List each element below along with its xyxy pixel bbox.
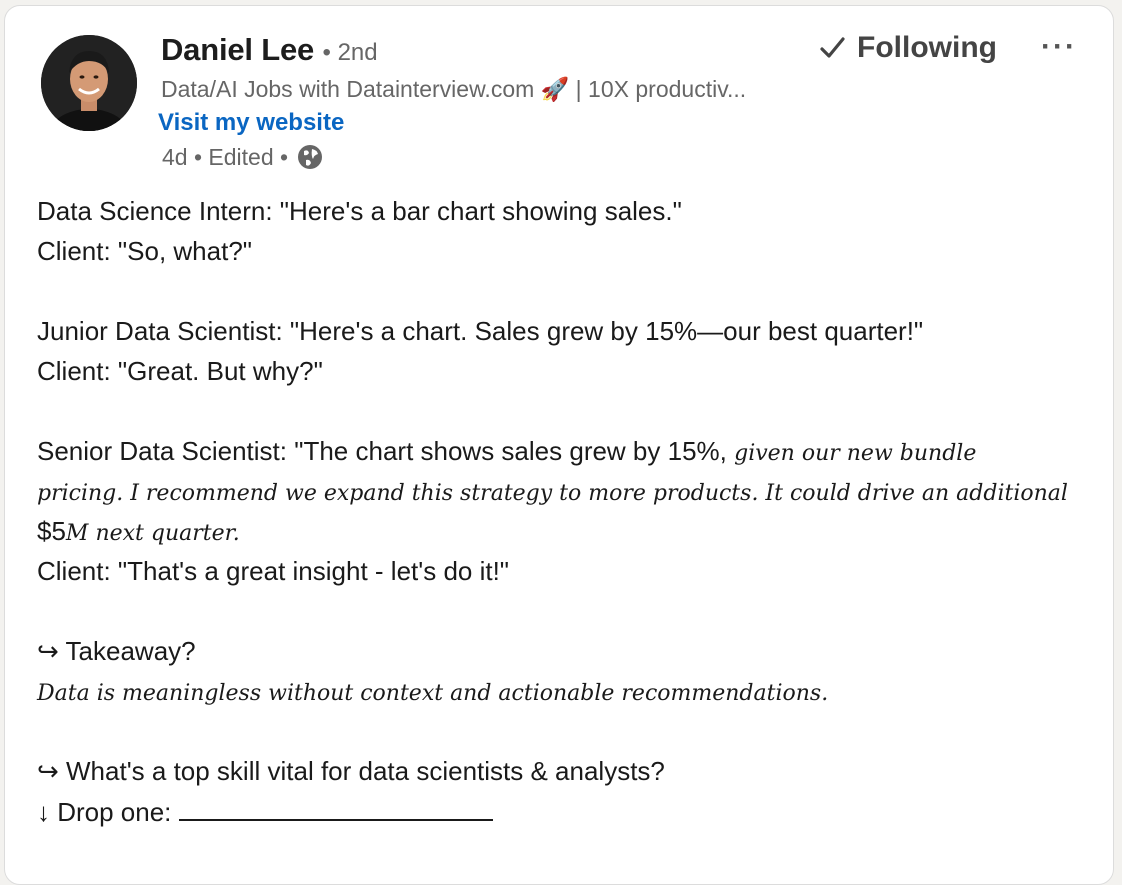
post-line: ↪ Takeaway?: [37, 636, 196, 666]
more-options-icon[interactable]: ···: [1041, 30, 1077, 64]
post-line: ↪ What's a top skill vital for data scie…: [37, 756, 665, 786]
author-headline: Data/AI Jobs with Datainterview.com 🚀 | …: [161, 76, 747, 102]
checkmark-icon: [817, 33, 847, 63]
globe-icon: [296, 143, 324, 171]
visit-website-link[interactable]: Visit my website: [158, 109, 344, 137]
post-line: Data Science Intern: "Here's a bar chart…: [37, 196, 682, 226]
avatar-image: [41, 35, 137, 131]
post-italic-text: M next quarter.: [65, 521, 240, 546]
author-name-row: Daniel Lee • 2nd: [161, 32, 378, 68]
answer-blank: [178, 791, 493, 821]
author-name[interactable]: Daniel Lee: [161, 32, 314, 67]
post-line: Senior Data Scientist: "The chart shows …: [37, 431, 1107, 471]
post-text: Senior Data Scientist: "The chart shows …: [37, 436, 735, 466]
post-text: $5: [37, 516, 66, 546]
post-body: Data Science Intern: "Here's a bar chart…: [37, 191, 1107, 831]
post-line: ↓ Drop one:: [37, 791, 1107, 831]
post-timestamp: 4d • Edited •: [162, 143, 289, 170]
post-line: pricing. I recommend we expand this stra…: [37, 471, 1107, 511]
post-italic-text: Data is meaningless without context and …: [37, 681, 829, 706]
post-line: Client: "That's a great insight - let's …: [37, 556, 510, 586]
post-line: Data is meaningless without context and …: [37, 671, 1107, 711]
post-line: Junior Data Scientist: "Here's a chart. …: [37, 316, 924, 346]
author-avatar[interactable]: [41, 35, 137, 131]
post-line: Client: "Great. But why?": [37, 356, 323, 386]
connection-degree: • 2nd: [322, 39, 378, 66]
post-italic-text: pricing. I recommend we expand this stra…: [37, 481, 1068, 506]
post-italic-text: given our new bundle: [734, 441, 977, 466]
following-button[interactable]: Following: [817, 31, 997, 65]
post-text: ↓ Drop one:: [37, 797, 179, 827]
post-meta: 4d • Edited •: [162, 143, 324, 171]
post-card: Daniel Lee • 2nd Data/AI Jobs with Datai…: [4, 5, 1114, 885]
following-label: Following: [857, 31, 997, 64]
post-line: Client: "So, what?": [37, 236, 253, 266]
post-line: $5M next quarter.: [37, 511, 1107, 551]
